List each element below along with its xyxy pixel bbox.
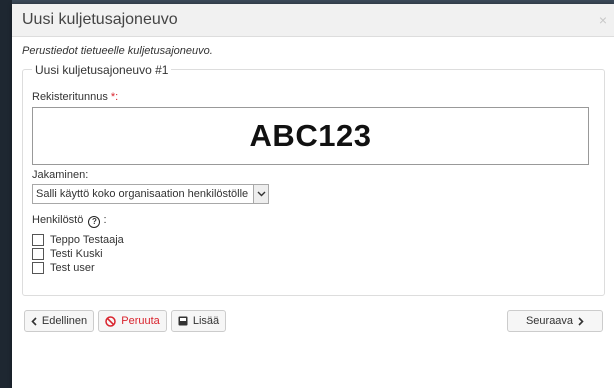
staff-member-label: Testi Kuski <box>50 248 103 260</box>
cancel-button[interactable]: Peruuta <box>98 310 167 332</box>
staff-checkbox-testi-kuski[interactable]: Testi Kuski <box>32 248 103 260</box>
chevron-left-icon <box>31 316 37 326</box>
registration-input[interactable]: ABC123 <box>32 107 589 165</box>
sharing-selected-value: Salli käyttö koko organisaation henkilös… <box>36 188 249 200</box>
staff-member-label: Test user <box>50 262 95 274</box>
required-colon: : <box>115 91 119 103</box>
staff-label: Henkilöstö ? : <box>32 214 107 228</box>
staff-checkbox-test-user[interactable]: Test user <box>32 262 95 274</box>
next-label: Seuraava <box>525 315 574 327</box>
checkbox[interactable] <box>32 234 44 246</box>
help-icon[interactable]: ? <box>88 216 101 228</box>
next-button[interactable]: Seuraava <box>507 310 603 332</box>
sharing-label: Jakaminen: <box>32 169 89 181</box>
registration-label-text: Rekisteritunnus <box>32 91 108 103</box>
dialog-title: Uusi kuljetusajoneuvo <box>22 11 178 28</box>
sharing-select[interactable]: Salli käyttö koko organisaation henkilös… <box>32 184 269 204</box>
save-icon <box>178 316 188 326</box>
staff-checkbox-teppo[interactable]: Teppo Testaaja <box>32 234 124 246</box>
new-vehicle-dialog: Uusi kuljetusajoneuvo × Perustiedot tiet… <box>12 4 614 388</box>
registration-label: Rekisteritunnus *: <box>32 91 118 103</box>
vehicle-fieldset <box>22 69 605 296</box>
cancel-label: Peruuta <box>121 315 160 327</box>
add-button[interactable]: Lisää <box>171 310 226 332</box>
intro-text: Perustiedot tietueelle kuljetusajoneuvo. <box>22 45 213 57</box>
staff-member-label: Teppo Testaaja <box>50 234 124 246</box>
previous-button[interactable]: Edellinen <box>24 310 94 332</box>
background-left-strip <box>0 0 12 388</box>
close-icon[interactable]: × <box>596 12 610 28</box>
add-label: Lisää <box>192 315 220 327</box>
dialog-titlebar: Uusi kuljetusajoneuvo × <box>12 4 614 37</box>
staff-label-text: Henkilöstö <box>32 214 84 226</box>
chevron-right-icon <box>578 316 584 326</box>
previous-label: Edellinen <box>41 315 88 327</box>
checkbox[interactable] <box>32 262 44 274</box>
staff-label-suffix: : <box>103 214 107 226</box>
fieldset-legend: Uusi kuljetusajoneuvo #1 <box>32 63 172 77</box>
ban-icon <box>105 315 116 327</box>
required-mark: *: <box>111 91 118 103</box>
chevron-down-icon[interactable] <box>253 185 268 203</box>
checkbox[interactable] <box>32 248 44 260</box>
